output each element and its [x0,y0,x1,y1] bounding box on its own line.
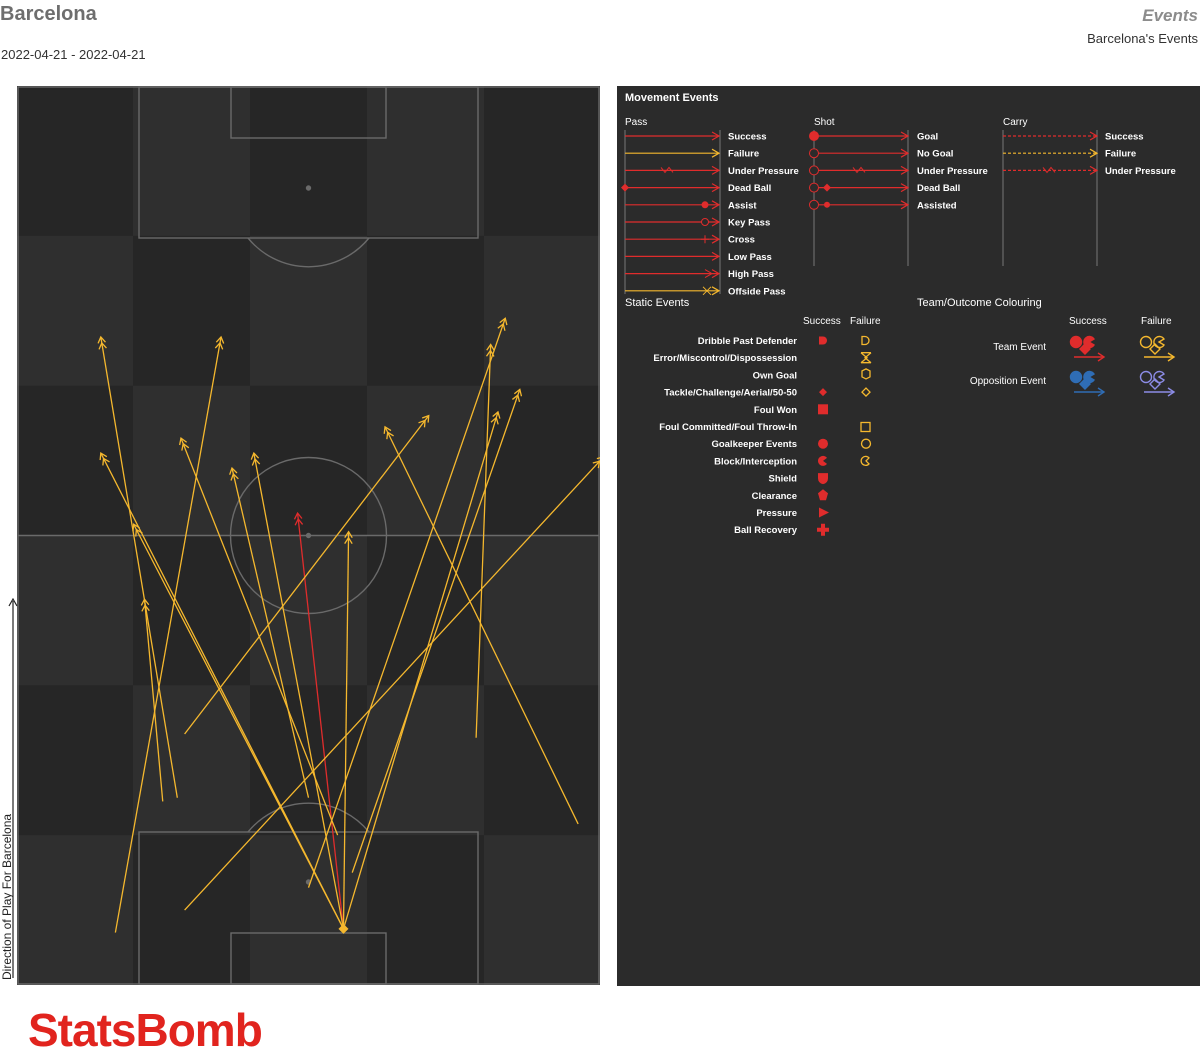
header-left: Barcelona [0,3,97,26]
static-legend-label: Pressure [756,508,797,519]
movement-events-title: Movement Events [625,92,719,104]
pitch-tile [484,235,600,387]
pass-legend-label: Assist [728,200,757,211]
direction-arrow [8,598,18,978]
statsbomb-logo: StatsBomb [28,1004,263,1056]
pitch-tile [133,235,250,387]
pitch-tile [250,385,367,536]
pass-title: Pass [625,117,647,128]
colouring-title: Team/Outcome Colouring [917,297,1042,309]
static-legend-label: Block/Interception [714,456,797,467]
pitch-tile [484,535,600,686]
static-legend-label: Dribble Past Defender [698,336,798,347]
pass-legend-label: Under Pressure [728,166,799,177]
top-penalty-spot [305,185,312,191]
events-subtitle: Barcelona's Events [1087,31,1198,46]
pitch-tile [133,385,250,536]
colouring-failure-header: Failure [1141,316,1172,327]
shot-legend-label: Dead Ball [917,183,960,194]
pass-legend-label: Failure [728,149,759,160]
static-success-icon [818,438,828,449]
pitch-tile [484,835,600,985]
pass-legend-label: Key Pass [728,218,770,229]
opposition-event-label: Opposition Event [970,376,1046,387]
pitch-tile [17,835,133,985]
static-legend-label: Shield [768,474,797,485]
pitch-chart [17,86,600,985]
shot-legend-label: No Goal [917,149,953,160]
static-success-icon [819,336,827,345]
static-events-title: Static Events [625,297,690,309]
static-legend-label: Tackle/Challenge/Aerial/50-50 [664,388,797,399]
date-range: 2022-04-21 - 2022-04-21 [1,47,146,62]
carry-legend-label: Success [1105,132,1144,143]
shot-title: Shot [814,117,835,128]
static-legend-label: Clearance [752,491,797,502]
pitch-tile [367,835,484,985]
carry-legend-label: Failure [1105,149,1136,160]
pass-legend-label: Dead Ball [728,183,771,194]
static-success-icon [818,404,828,415]
pass-legend-label: Cross [728,235,755,246]
pitch-tile [133,86,250,237]
header-right: Events Barcelona's Events [1087,6,1198,46]
pitch-tile [17,385,133,536]
pitch-tile [17,535,133,686]
centre-spot [305,532,312,539]
shot-legend-label: Assisted [917,200,957,211]
pitch-tile [484,385,600,536]
pitch-tile [484,685,600,836]
colouring-success-header: Success [1069,316,1107,327]
pitch-tile [17,685,133,836]
static-failure-header: Failure [850,316,881,327]
pitch-tile [367,385,484,536]
shot-legend-label: Under Pressure [917,166,988,177]
pitch-tile [250,86,367,237]
static-legend-label: Foul Committed/Foul Throw-In [659,422,797,433]
pass-legend-label: High Pass [728,269,774,280]
pitch-tile [17,235,133,387]
shot-legend-label: Goal [917,132,938,143]
events-title: Events [1142,6,1198,25]
pitch-tile [367,235,484,387]
carry-title: Carry [1003,117,1027,128]
team-name: Barcelona [0,3,97,25]
static-legend-label: Own Goal [753,370,797,381]
pitch-tile [17,86,133,237]
static-legend-label: Ball Recovery [734,525,798,536]
team-event-label: Team Event [993,342,1046,353]
pass-legend-label: Success [728,132,767,143]
carry-legend-label: Under Pressure [1105,166,1176,177]
legend-panel: Movement Events Pass Success Failure Under … [617,86,1200,986]
pass-legend-label: Offside Pass [728,286,786,297]
pitch-tile [484,86,600,237]
static-success-header: Success [803,316,841,327]
pitch-tile [133,685,250,836]
pass-legend-label: Low Pass [728,252,772,263]
pitch-tile [250,235,367,387]
static-legend-label: Foul Won [754,405,797,416]
pitch-tile [367,685,484,836]
pitch-tile [367,86,484,237]
static-legend-label: Goalkeeper Events [711,439,797,450]
static-legend-label: Error/Miscontrol/Dispossession [653,353,797,364]
